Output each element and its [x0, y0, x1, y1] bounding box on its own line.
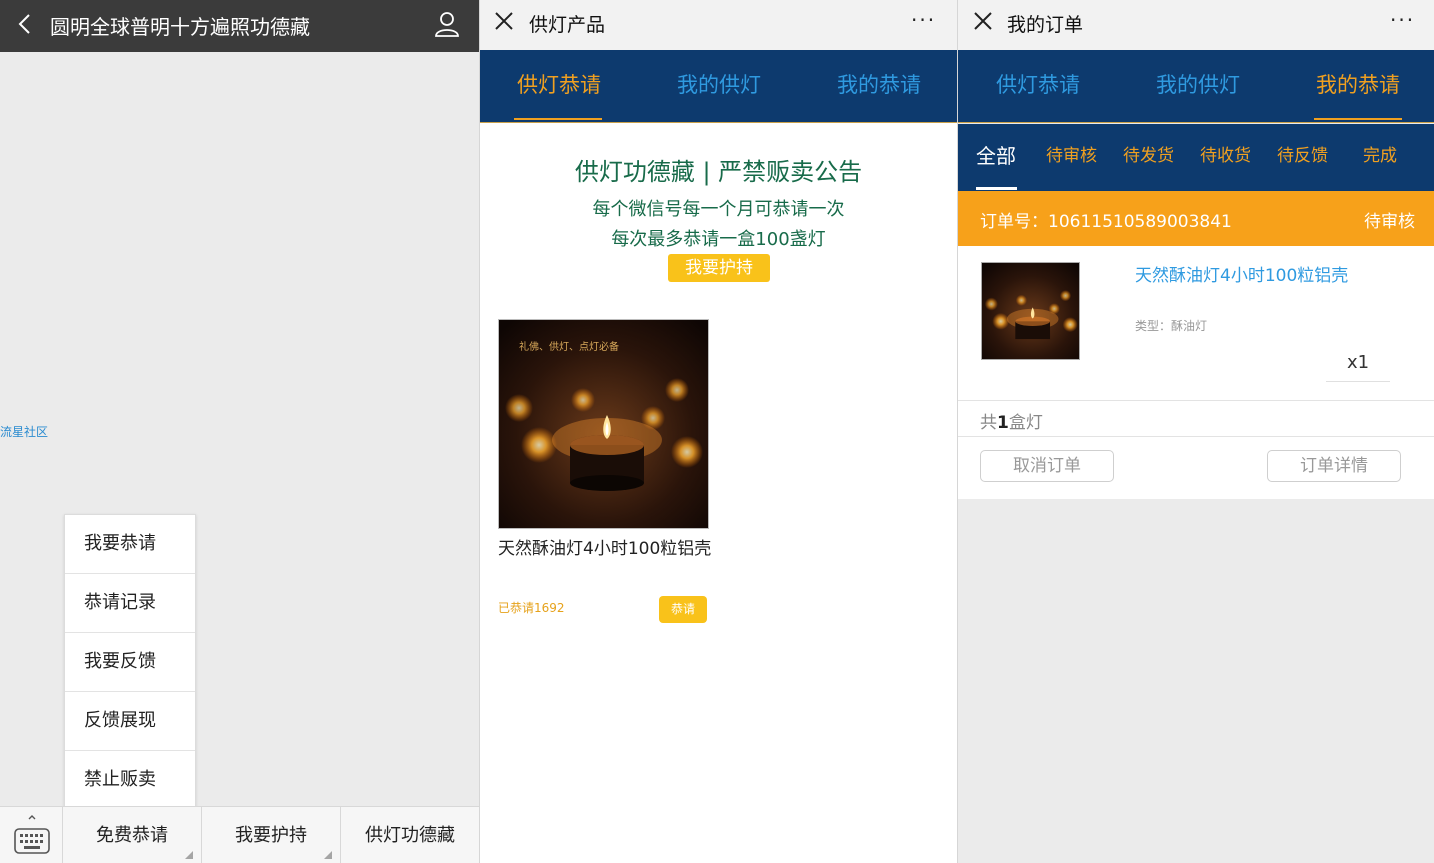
candle-image: 礼佛、供灯、点灯必备 — [499, 320, 708, 528]
webview-header: 我的订单 ··· — [958, 0, 1434, 50]
image-caption: 礼佛、供灯、点灯必备 — [519, 340, 619, 353]
order-detail-button[interactable]: 订单详情 — [1267, 450, 1401, 482]
tab-my-requests[interactable]: 我的恭请 — [1298, 50, 1418, 122]
order-number: 订单号：10611510589003841 — [980, 212, 1232, 232]
tab-pending-review[interactable]: 待审核 — [1046, 124, 1097, 191]
request-count: 已恭请1692 — [498, 601, 565, 615]
chat-header: 圆明全球普明十方遍照功德藏 — [0, 0, 479, 52]
total-suffix: 盒灯 — [1008, 413, 1043, 433]
tab-completed[interactable]: 完成 — [1363, 124, 1397, 191]
order-item-type: 类型：酥油灯 — [1135, 319, 1208, 333]
menu-item-request[interactable]: 我要恭请 — [65, 515, 195, 574]
bottom-tab-free-request[interactable]: 免费恭请 — [63, 807, 202, 863]
bottom-menu-bar: 免费恭请 我要护持 供灯功德藏 — [0, 806, 479, 863]
order-item-image — [981, 262, 1080, 360]
keyboard-icon — [14, 815, 50, 854]
notice-line: 每个微信号每一个月可恭请一次 — [592, 199, 845, 220]
order-actions: 取消订单 订单详情 — [958, 437, 1434, 499]
chat-panel: 圆明全球普明十方遍照功德藏 流星社区 我要恭请 恭请记录 我要反馈 反馈展现 禁… — [0, 0, 479, 863]
close-icon[interactable] — [972, 10, 994, 32]
panel-divider — [479, 0, 480, 863]
bottom-tab-support[interactable]: 我要护持 — [202, 807, 341, 863]
order-header: 订单号：10611510589003841 待审核 — [958, 191, 1434, 246]
total-count: 1 — [997, 413, 1009, 433]
main-nav: 供灯恭请 我的供灯 我的恭请 — [958, 50, 1434, 123]
more-options-icon[interactable]: ··· — [1390, 8, 1415, 32]
keyboard-toggle[interactable] — [0, 807, 63, 863]
close-icon[interactable] — [493, 10, 515, 32]
product-image[interactable]: 礼佛、供灯、点灯必备 — [498, 319, 709, 529]
request-button[interactable]: 恭请 — [659, 596, 707, 623]
submenu-indicator-icon — [324, 851, 332, 859]
tab-lamp-request[interactable]: 供灯恭请 — [978, 50, 1098, 122]
bottom-tab-label: 免费恭请 — [96, 825, 168, 846]
orders-panel: 我的订单 ··· 供灯恭请 我的供灯 我的恭请 全部 待审核 待发货 待收货 待… — [958, 0, 1434, 863]
tab-my-requests[interactable]: 我的恭请 — [819, 50, 939, 122]
bottom-tab-label: 供灯功德藏 — [365, 825, 455, 846]
candle-image — [982, 263, 1079, 359]
popup-menu: 我要恭请 恭请记录 我要反馈 反馈展现 禁止贩卖 — [64, 514, 196, 811]
active-subtab-indicator — [976, 187, 1017, 190]
panel-divider — [957, 0, 958, 863]
bottom-tab-merit[interactable]: 供灯功德藏 — [341, 807, 479, 863]
tab-pending-feedback[interactable]: 待反馈 — [1277, 124, 1328, 191]
more-options-icon[interactable]: ··· — [911, 8, 936, 32]
tab-my-lamps[interactable]: 我的供灯 — [1138, 50, 1258, 122]
main-nav: 供灯恭请 我的供灯 我的恭请 — [479, 50, 958, 123]
active-tab-indicator — [1314, 118, 1402, 120]
menu-item-feedback-display[interactable]: 反馈展现 — [65, 692, 195, 751]
order-status-tabs: 全部 待审核 待发货 待收货 待反馈 完成 — [958, 124, 1434, 191]
menu-item-history[interactable]: 恭请记录 — [65, 574, 195, 633]
page-title: 供灯产品 — [529, 14, 606, 36]
page-title: 我的订单 — [1007, 14, 1084, 36]
order-item[interactable]: 天然酥油灯4小时100粒铝壳 类型：酥油灯 x1 — [958, 246, 1434, 400]
user-icon[interactable] — [433, 10, 461, 38]
order-item-name[interactable]: 天然酥油灯4小时100粒铝壳 — [1135, 261, 1348, 286]
notice-line: 每次最多恭请一盒100盏灯 — [611, 229, 826, 250]
order-total-text: 共1盒灯 — [980, 408, 1043, 433]
menu-item-feedback[interactable]: 我要反馈 — [65, 633, 195, 692]
product-panel: 供灯产品 ··· 供灯恭请 我的供灯 我的恭请 供灯功德藏 | 严禁贩卖公告 每… — [479, 0, 958, 863]
cancel-order-button[interactable]: 取消订单 — [980, 450, 1114, 482]
product-name[interactable]: 天然酥油灯4小时100粒铝壳 — [498, 536, 712, 563]
menu-item-no-selling[interactable]: 禁止贩卖 — [65, 751, 195, 810]
community-link[interactable]: 流星社区 — [0, 423, 48, 440]
tab-all[interactable]: 全部 — [976, 124, 1016, 191]
support-button[interactable]: 我要护持 — [668, 254, 770, 282]
active-tab-indicator — [514, 118, 602, 120]
tab-pending-receipt[interactable]: 待收货 — [1200, 124, 1251, 191]
order-total: 共1盒灯 — [958, 400, 1434, 437]
order-item-quantity: x1 — [1326, 344, 1390, 382]
bottom-tab-label: 我要护持 — [235, 825, 307, 846]
chevron-left-icon[interactable] — [14, 12, 38, 36]
notice-title: 供灯功德藏 | 严禁贩卖公告 — [574, 158, 863, 186]
status-badge: 待审核 — [1364, 212, 1415, 232]
tab-pending-shipment[interactable]: 待发货 — [1123, 124, 1174, 191]
total-prefix: 共 — [980, 413, 997, 433]
submenu-indicator-icon — [185, 851, 193, 859]
chat-title: 圆明全球普明十方遍照功德藏 — [50, 15, 310, 39]
tab-my-lamps[interactable]: 我的供灯 — [659, 50, 779, 122]
webview-header: 供灯产品 ··· — [479, 0, 958, 50]
tab-lamp-request[interactable]: 供灯恭请 — [499, 50, 619, 122]
